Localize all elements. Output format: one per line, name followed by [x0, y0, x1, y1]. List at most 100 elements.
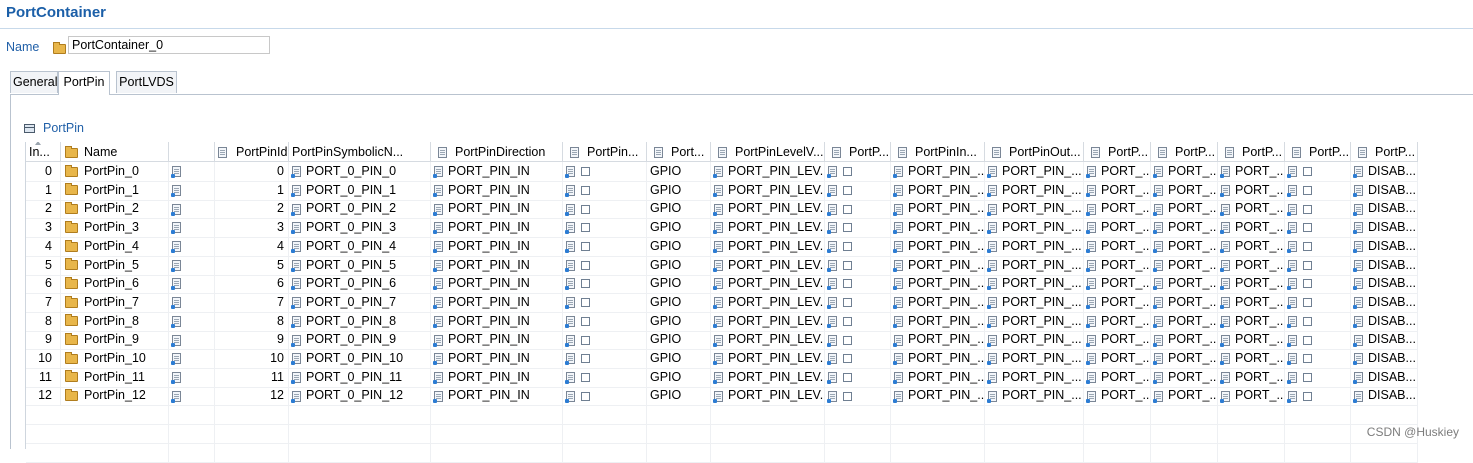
table-cell[interactable]: GPIO — [647, 255, 711, 275]
table-cell[interactable] — [825, 255, 891, 275]
table-cell[interactable]: PORT_PIN_LEV... — [711, 236, 825, 256]
table-cell[interactable]: 12 — [215, 386, 289, 406]
table-cell[interactable] — [169, 180, 215, 200]
table-cell[interactable] — [169, 330, 215, 350]
table-cell[interactable]: PORT_PIN_... — [985, 236, 1084, 256]
table-cell[interactable]: PORT_PIN_... — [891, 162, 985, 181]
table-row[interactable]: 5 PortPin_5 5 PORT_0_PIN_5 PORT_PIN_IN GPIO PO… — [26, 255, 1418, 276]
checkbox-icon[interactable] — [581, 167, 590, 177]
table-cell[interactable]: 8 — [215, 311, 289, 331]
table-cell[interactable]: 6 — [26, 274, 61, 294]
table-cell[interactable]: PORT_PIN_IN — [431, 330, 563, 350]
table-cell[interactable]: PortPin_7 — [61, 292, 169, 312]
table-cell[interactable]: 7 — [26, 292, 61, 312]
table-cell[interactable]: PORT_PIN_... — [985, 386, 1084, 406]
table-cell[interactable]: DISAB... — [1351, 162, 1418, 181]
checkbox-icon[interactable] — [843, 185, 852, 195]
table-cell[interactable] — [563, 367, 647, 387]
table-cell[interactable]: GPIO — [647, 330, 711, 350]
checkbox-icon[interactable] — [843, 279, 852, 289]
table-cell[interactable] — [563, 180, 647, 200]
table-cell[interactable]: GPIO — [647, 162, 711, 181]
table-cell[interactable] — [1285, 330, 1351, 350]
table-cell[interactable]: PORT_0_PIN_12 — [289, 386, 431, 406]
table-cell[interactable]: PortPin_2 — [61, 199, 169, 219]
table-cell[interactable]: PORT_... — [1218, 311, 1285, 331]
checkbox-icon[interactable] — [1303, 354, 1312, 364]
table-cell[interactable]: 3 — [26, 218, 61, 238]
table-cell[interactable]: PORT_... — [1151, 218, 1218, 238]
table-cell[interactable]: PORT_PIN_... — [985, 330, 1084, 350]
table-cell[interactable]: PORT_PIN_LEV... — [711, 218, 825, 238]
table-cell[interactable]: PORT_... — [1084, 330, 1151, 350]
checkbox-icon[interactable] — [843, 354, 852, 364]
table-cell[interactable]: PORT_... — [1151, 330, 1218, 350]
table-cell[interactable]: PORT_... — [1218, 180, 1285, 200]
table-cell[interactable]: PORT_PIN_... — [985, 274, 1084, 294]
table-cell[interactable]: PORT_0_PIN_5 — [289, 255, 431, 275]
checkbox-icon[interactable] — [581, 335, 590, 345]
table-cell[interactable] — [169, 236, 215, 256]
table-row[interactable]: 0 PortPin_0 0 PORT_0_PIN_0 PORT_PIN_IN GPIO PO… — [26, 162, 1418, 182]
table-cell[interactable]: PORT_... — [1151, 349, 1218, 368]
column-header[interactable]: PortP... — [1351, 142, 1418, 162]
checkbox-icon[interactable] — [1303, 223, 1312, 233]
table-cell[interactable] — [825, 292, 891, 312]
table-cell[interactable]: PORT_PIN_LEV... — [711, 311, 825, 331]
table-cell[interactable]: PortPin_0 — [61, 162, 169, 181]
table-cell[interactable]: 9 — [215, 330, 289, 350]
table-cell[interactable]: PORT_PIN_IN — [431, 236, 563, 256]
table-cell[interactable]: 10 — [215, 349, 289, 368]
table-cell[interactable]: 8 — [26, 311, 61, 331]
table-cell[interactable]: DISAB... — [1351, 274, 1418, 294]
checkbox-icon[interactable] — [581, 279, 590, 289]
table-cell[interactable]: PORT_PIN_... — [891, 386, 985, 406]
column-header[interactable]: Name — [61, 142, 169, 162]
table-cell[interactable]: PORT_0_PIN_0 — [289, 162, 431, 181]
table-cell[interactable]: PORT_0_PIN_8 — [289, 311, 431, 331]
table-cell[interactable]: PORT_0_PIN_6 — [289, 274, 431, 294]
table-cell[interactable]: PORT_PIN_LEV... — [711, 330, 825, 350]
table-cell[interactable]: PortPin_4 — [61, 236, 169, 256]
table-cell[interactable]: GPIO — [647, 349, 711, 368]
table-cell[interactable] — [563, 199, 647, 219]
table-cell[interactable]: PORT_PIN_... — [891, 367, 985, 387]
table-cell[interactable]: PORT_PIN_IN — [431, 367, 563, 387]
column-header[interactable]: PortP... — [1084, 142, 1151, 162]
checkbox-icon[interactable] — [581, 260, 590, 270]
tab-portpin[interactable]: PortPin — [58, 71, 110, 95]
checkbox-icon[interactable] — [843, 372, 852, 382]
checkbox-icon[interactable] — [1303, 185, 1312, 195]
table-cell[interactable]: DISAB... — [1351, 255, 1418, 275]
table-cell[interactable]: PORT_PIN_IN — [431, 162, 563, 181]
table-cell[interactable]: 10 — [26, 349, 61, 368]
table-cell[interactable]: PORT_... — [1151, 292, 1218, 312]
table-cell[interactable] — [169, 255, 215, 275]
table-cell[interactable]: GPIO — [647, 292, 711, 312]
table-cell[interactable]: 1 — [26, 180, 61, 200]
table-cell[interactable]: PORT_... — [1084, 386, 1151, 406]
table-cell[interactable] — [1285, 349, 1351, 368]
table-cell[interactable]: PortPin_6 — [61, 274, 169, 294]
table-cell[interactable]: PORT_PIN_... — [891, 218, 985, 238]
table-cell[interactable] — [1285, 218, 1351, 238]
table-cell[interactable]: PORT_0_PIN_11 — [289, 367, 431, 387]
table-cell[interactable]: DISAB... — [1351, 218, 1418, 238]
column-header[interactable]: In... — [26, 142, 61, 162]
table-cell[interactable]: PORT_... — [1218, 236, 1285, 256]
table-cell[interactable]: 3 — [215, 218, 289, 238]
table-cell[interactable]: PORT_PIN_... — [891, 236, 985, 256]
table-cell[interactable]: GPIO — [647, 218, 711, 238]
table-cell[interactable]: PORT_0_PIN_4 — [289, 236, 431, 256]
table-cell[interactable]: PortPin_5 — [61, 255, 169, 275]
table-cell[interactable]: PortPin_8 — [61, 311, 169, 331]
checkbox-icon[interactable] — [1303, 391, 1312, 401]
table-cell[interactable]: PORT_PIN_... — [985, 311, 1084, 331]
table-cell[interactable] — [1285, 162, 1351, 181]
table-cell[interactable]: PORT_... — [1151, 255, 1218, 275]
checkbox-icon[interactable] — [843, 298, 852, 308]
table-cell[interactable]: PortPin_1 — [61, 180, 169, 200]
table-cell[interactable] — [1285, 367, 1351, 387]
table-cell[interactable]: PORT_... — [1151, 311, 1218, 331]
table-cell[interactable]: DISAB... — [1351, 236, 1418, 256]
